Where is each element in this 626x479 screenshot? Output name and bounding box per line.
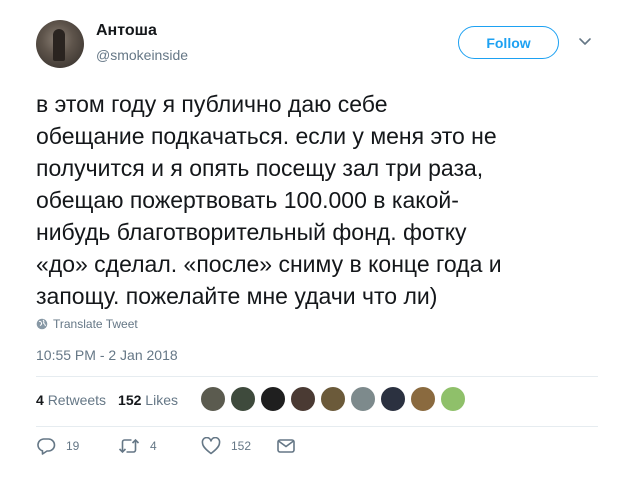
likers-avatars [200, 386, 470, 412]
liker-avatar[interactable] [440, 386, 466, 412]
retweet-icon [118, 438, 140, 454]
tweet-timestamp[interactable]: 10:55 PM - 2 Jan 2018 [36, 347, 178, 363]
retweets-count: 4 [36, 392, 44, 408]
likes-label: Likes [145, 392, 178, 408]
like-count: 152 [231, 439, 252, 453]
retweets-label: Retweets [47, 392, 107, 408]
tweet-text: в этом году я публично даю себе обещание… [36, 91, 502, 309]
user-name[interactable]: Антоша [96, 22, 157, 40]
liker-avatar[interactable] [200, 386, 226, 412]
follow-button[interactable]: Follow [458, 26, 559, 59]
user-handle[interactable]: @smokeinside [96, 47, 188, 63]
heart-icon [201, 437, 221, 455]
avatar[interactable] [36, 20, 84, 68]
direct-message-button[interactable] [276, 437, 296, 455]
likes-stat[interactable]: 152 Likes [118, 392, 178, 408]
globe-icon [36, 318, 48, 330]
translate-tweet-link[interactable]: Translate Tweet [36, 317, 138, 331]
reply-button[interactable]: 19 [36, 437, 79, 455]
liker-avatar[interactable] [350, 386, 376, 412]
tweet-stats: 4 Retweets 152 Likes [36, 392, 178, 408]
liker-avatar[interactable] [410, 386, 436, 412]
liker-avatar[interactable] [320, 386, 346, 412]
avatar-figure [53, 29, 65, 61]
translate-tweet-label: Translate Tweet [53, 317, 138, 331]
reply-count: 19 [66, 439, 80, 453]
liker-avatar[interactable] [260, 386, 286, 412]
likes-count: 152 [118, 392, 142, 408]
retweet-button[interactable]: 4 [118, 437, 157, 455]
liker-avatar[interactable] [230, 386, 256, 412]
liker-avatar[interactable] [380, 386, 406, 412]
divider [36, 426, 598, 427]
retweet-count: 4 [150, 439, 157, 453]
chevron-down-icon[interactable] [578, 36, 592, 48]
retweets-stat[interactable]: 4 Retweets [36, 392, 106, 408]
liker-avatar[interactable] [290, 386, 316, 412]
message-icon [277, 439, 295, 453]
reply-icon [37, 438, 56, 455]
divider [36, 376, 598, 377]
like-button[interactable]: 152 [201, 437, 251, 455]
